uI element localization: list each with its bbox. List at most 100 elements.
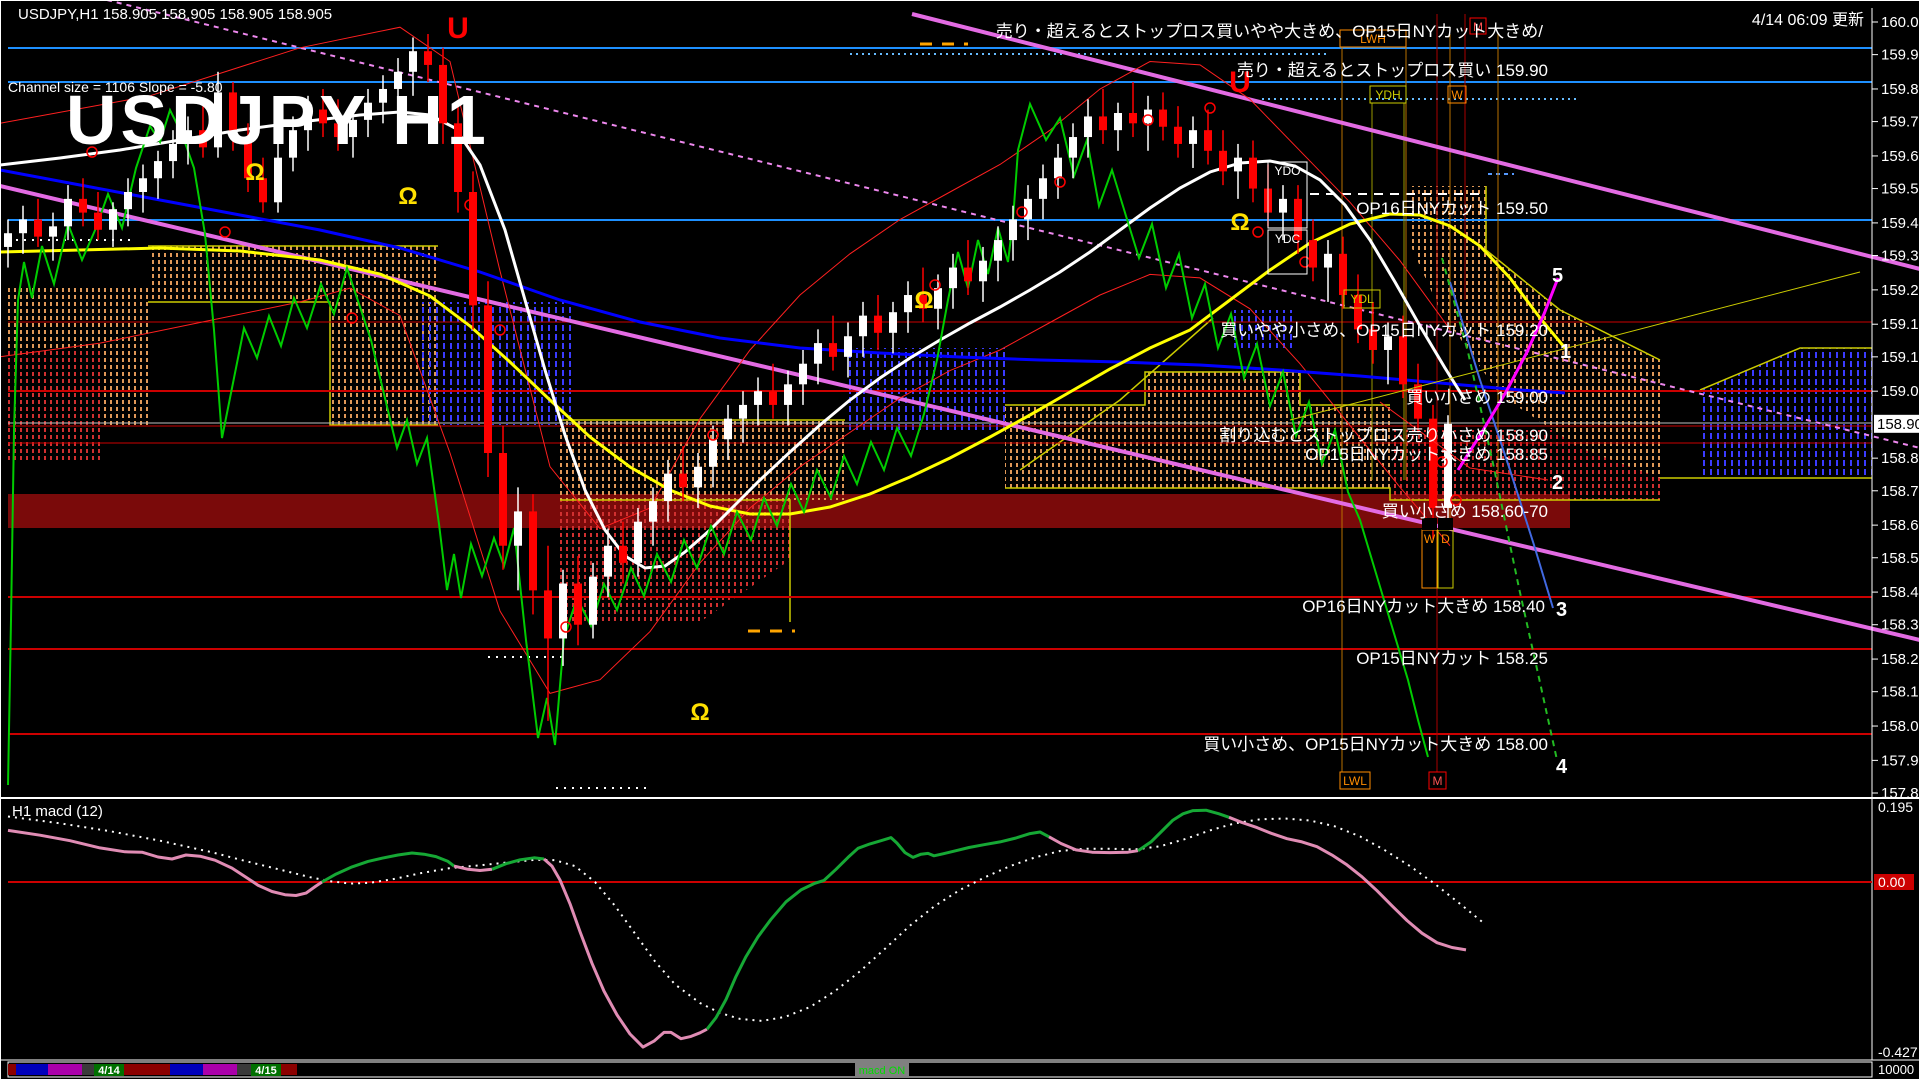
candle-body — [739, 405, 747, 419]
candle-body — [664, 474, 672, 501]
cloud-red — [8, 348, 100, 462]
candle-body — [1279, 199, 1287, 213]
date-label: 4/14 — [98, 1065, 120, 1077]
candle-body — [34, 219, 42, 236]
buy-arrow-icon: Ω — [398, 183, 417, 210]
candle-body — [979, 261, 987, 282]
macd-main-pink — [544, 859, 707, 1047]
fan-number-label: 2 — [1552, 472, 1563, 494]
price-tick-label: 159.980 — [1881, 47, 1920, 64]
price-tick-label: 158.805 — [1881, 450, 1920, 467]
cloud-blue — [1700, 348, 1872, 478]
candle-body — [574, 584, 582, 625]
candle-body — [1339, 254, 1347, 295]
pivot-label: W — [1451, 88, 1463, 102]
price-tick-label: 159.295 — [1881, 282, 1920, 299]
price-tick-label: 159.100 — [1881, 349, 1920, 366]
jp-annotation: OP15日NYカット 158.25 — [1356, 649, 1548, 668]
price-tick-label: 159.395 — [1881, 248, 1920, 265]
macd-main-green — [492, 858, 544, 870]
candle-body — [49, 226, 57, 236]
symbol-ohlc-title: USDJPY,H1 158.905 158.905 158.905 158.90… — [18, 6, 332, 23]
macd-main-pink — [454, 866, 492, 870]
jp-annotation: 売り・超えるとストップロス買い 159.90 — [1237, 61, 1548, 80]
candle-body — [904, 295, 912, 312]
buy-arrow-icon: Ω — [914, 287, 933, 314]
cloud-orange — [560, 420, 845, 500]
sell-arrow-icon: U — [447, 12, 469, 45]
macd-axis-bottom: -0.427 — [1878, 1044, 1918, 1060]
chart-canvas[interactable]: 51234UUΩΩΩΩΩLWHMYDHWYDOYDCYDLWDLWLM売り・超え… — [0, 0, 1920, 1080]
ichimoku-clouds — [8, 186, 1872, 622]
candle-body — [754, 391, 762, 405]
candle-body — [514, 511, 522, 545]
fan-number-label: 5 — [1552, 265, 1563, 287]
candle-body — [1219, 151, 1227, 172]
candle-body — [604, 546, 612, 577]
candle-body — [424, 51, 432, 65]
candle-body — [139, 178, 147, 192]
pivot-label: M — [1433, 774, 1443, 788]
candle-body — [529, 511, 537, 590]
jp-annotation: 割り込むとストップロス売り小さめ 158.90 — [1219, 426, 1548, 445]
macd-panel[interactable]: H1 macd (12)0.1950.00-0.427 — [0, 798, 1920, 1060]
candle-body — [1054, 158, 1062, 179]
candle-body — [589, 577, 597, 625]
bottom-strip: 4/144/15macd ON10000 — [0, 1060, 1920, 1077]
signal-marker-circle — [220, 227, 230, 237]
fan-number-label: 3 — [1556, 599, 1567, 621]
price-axis[interactable]: 160.075159.980159.880159.785159.685159.5… — [1872, 8, 1920, 1060]
candle-body — [679, 474, 687, 488]
candle-body — [859, 316, 867, 337]
candle-body — [889, 312, 897, 333]
candle-body — [544, 590, 552, 638]
price-tick-label: 159.590 — [1881, 181, 1920, 198]
candle-body — [619, 546, 627, 563]
price-tick-label: 159.490 — [1881, 215, 1920, 232]
candle-body — [844, 336, 852, 357]
price-tick-label: 159.785 — [1881, 114, 1920, 131]
price-tick-label: 159.880 — [1881, 81, 1920, 98]
macd-main-pink — [1049, 837, 1138, 853]
price-tick-label: 160.075 — [1881, 14, 1920, 31]
macd-axis-top: 0.195 — [1878, 799, 1913, 815]
candle-body — [649, 501, 657, 522]
candle-body — [79, 199, 87, 213]
period-segment — [170, 1064, 203, 1075]
price-tick-label: 159.000 — [1881, 383, 1920, 400]
macd-toggle-label: macd ON — [859, 1065, 906, 1077]
candle-body — [1159, 110, 1167, 127]
candle-body — [484, 305, 492, 453]
signal-marker-circle — [1300, 257, 1310, 267]
candle-body — [1129, 113, 1137, 123]
candle-body — [784, 384, 792, 405]
candle-body — [1204, 130, 1212, 151]
period-segment — [8, 1064, 16, 1075]
signal-marker-circle — [1205, 103, 1215, 113]
current-price-value: 158.905 — [1877, 416, 1920, 433]
cloud-blue — [422, 302, 572, 425]
candle-body — [1009, 219, 1017, 240]
symbol-watermark: USDJPY H1 — [66, 80, 490, 160]
price-tick-label: 158.610 — [1881, 517, 1920, 534]
macd-signal-line — [8, 817, 1482, 1021]
macd-toggle-button[interactable]: macd ON — [855, 1063, 909, 1077]
pivot-label: W — [1424, 532, 1436, 546]
candle-body — [709, 439, 717, 466]
candle-body — [1039, 178, 1047, 199]
candle-body — [1234, 158, 1242, 172]
macd-main-green — [1138, 810, 1229, 851]
pivot-label: YDC — [1275, 232, 1301, 246]
price-tick-label: 158.515 — [1881, 550, 1920, 567]
price-tick-label: 158.320 — [1881, 617, 1920, 634]
candle-body — [814, 343, 822, 364]
period-segment — [118, 1064, 170, 1075]
candle-body — [1069, 137, 1077, 158]
candle-body — [1084, 116, 1092, 137]
candle-body — [4, 233, 12, 247]
candle-body — [874, 316, 882, 333]
price-tick-label: 158.415 — [1881, 584, 1920, 601]
price-tick-label: 158.710 — [1881, 483, 1920, 500]
jp-annotation: 売り・超えるとストップロス買いやや大きめ、OP15日NYカット大きめ/ — [996, 22, 1544, 41]
signal-marker-circle — [1253, 227, 1263, 237]
